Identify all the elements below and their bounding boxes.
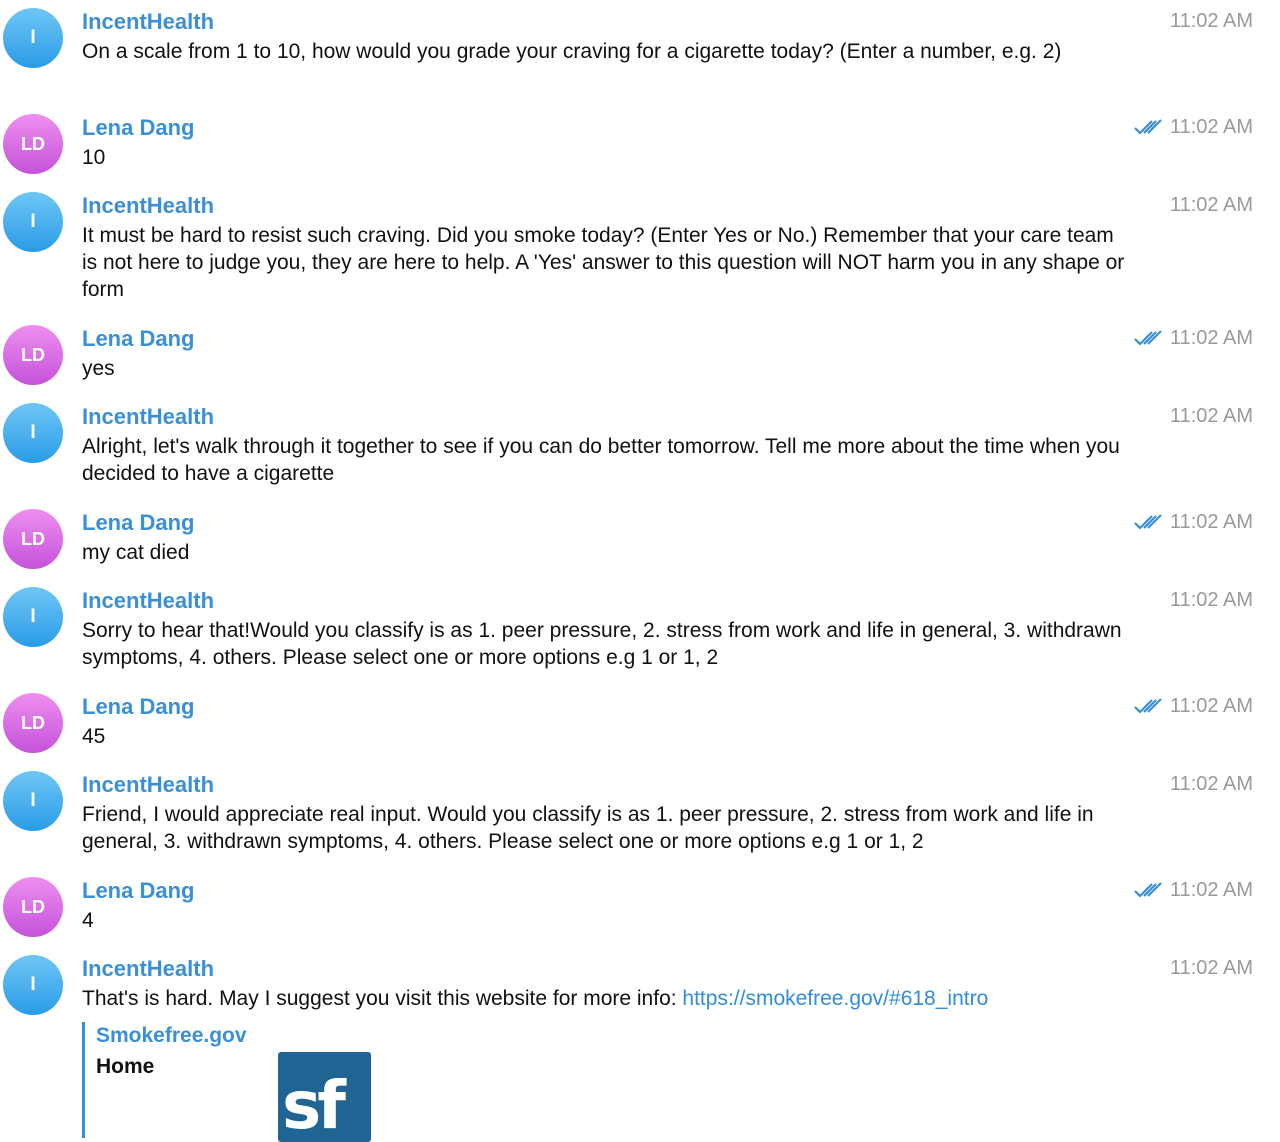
message-link[interactable]: https://smokefree.gov/#618_intro bbox=[682, 987, 988, 1010]
message-text: It must be hard to resist such craving. … bbox=[82, 224, 1125, 301]
message-time: 11:02 AM bbox=[1169, 589, 1253, 611]
chat-history: I IncentHealth 11:02 AM On a scale from … bbox=[0, 0, 1280, 1142]
smokefree-logo-text: sf bbox=[282, 1067, 346, 1142]
avatar[interactable]: I bbox=[3, 955, 63, 1015]
sender-name[interactable]: Lena Dang bbox=[82, 114, 194, 142]
message-time: 11:02 AM bbox=[1169, 327, 1253, 349]
message-time: 11:02 AM bbox=[1169, 773, 1253, 795]
avatar-initials: LD bbox=[21, 528, 45, 549]
sender-name[interactable]: IncentHealth bbox=[82, 8, 214, 36]
message-text: Sorry to hear that!Would you classify is… bbox=[82, 619, 1122, 669]
avatar[interactable]: LD bbox=[3, 325, 63, 385]
message-text: On a scale from 1 to 10, how would you g… bbox=[82, 40, 1062, 63]
sender-name[interactable]: Lena Dang bbox=[82, 325, 194, 353]
avatar-initials: LD bbox=[21, 712, 45, 733]
message-time: 11:02 AM bbox=[1169, 695, 1253, 717]
avatar-initials: I bbox=[30, 27, 36, 48]
message-text: Alright, let's walk through it together … bbox=[82, 435, 1120, 485]
message-time: 11:02 AM bbox=[1169, 511, 1253, 533]
avatar[interactable]: I bbox=[3, 587, 63, 647]
avatar-initials: LD bbox=[21, 133, 45, 154]
message-time: 11:02 AM bbox=[1169, 116, 1253, 138]
sender-name[interactable]: Lena Dang bbox=[82, 509, 194, 537]
message-time-row: 11:02 AM bbox=[1134, 325, 1253, 351]
avatar-initials: I bbox=[30, 790, 36, 811]
sender-name[interactable]: Lena Dang bbox=[82, 877, 194, 905]
avatar[interactable]: I bbox=[3, 8, 63, 68]
avatar[interactable]: I bbox=[3, 771, 63, 831]
message-text: 10 bbox=[82, 146, 106, 169]
message-time: 11:02 AM bbox=[1169, 10, 1253, 32]
sender-name[interactable]: IncentHealth bbox=[82, 192, 214, 220]
avatar-initials: I bbox=[30, 974, 36, 995]
message-time: 11:02 AM bbox=[1169, 957, 1253, 979]
avatar[interactable]: I bbox=[3, 403, 63, 463]
sender-name[interactable]: IncentHealth bbox=[82, 403, 214, 431]
message-time: 11:02 AM bbox=[1169, 194, 1253, 216]
message-text: 4 bbox=[82, 909, 94, 932]
double-check-icon bbox=[1134, 882, 1162, 898]
avatar-initials: I bbox=[30, 211, 36, 232]
avatar-initials: LD bbox=[21, 344, 45, 365]
double-check-icon bbox=[1134, 330, 1162, 346]
link-preview-thumbnail[interactable]: sf bbox=[278, 1052, 371, 1142]
sender-name[interactable]: Lena Dang bbox=[82, 693, 194, 721]
double-check-icon bbox=[1134, 698, 1162, 714]
message-text: Friend, I would appreciate real input. W… bbox=[82, 803, 1094, 853]
message-time-row: 11:02 AM bbox=[1134, 509, 1253, 535]
link-preview-title: Home bbox=[96, 1055, 155, 1078]
avatar-initials: I bbox=[30, 422, 36, 443]
avatar[interactable]: I bbox=[3, 192, 63, 252]
message-time-row: 11:02 AM bbox=[1134, 877, 1253, 903]
avatar-initials: I bbox=[30, 606, 36, 627]
message-text-body: That's is hard. May I suggest you visit … bbox=[82, 987, 683, 1010]
message-text: my cat died bbox=[82, 541, 190, 564]
avatar[interactable]: LD bbox=[3, 693, 63, 753]
sender-name[interactable]: IncentHealth bbox=[82, 771, 214, 799]
double-check-icon bbox=[1134, 119, 1162, 135]
message-time: 11:02 AM bbox=[1169, 879, 1253, 901]
message-text: 45 bbox=[82, 725, 106, 748]
sender-name[interactable]: IncentHealth bbox=[82, 587, 214, 615]
message-time-row: 11:02 AM bbox=[1134, 114, 1253, 140]
avatar[interactable]: LD bbox=[3, 877, 63, 937]
message-time: 11:02 AM bbox=[1169, 405, 1253, 427]
link-preview[interactable]: Smokefree.gov Home sf bbox=[82, 1022, 485, 1142]
double-check-icon bbox=[1134, 514, 1162, 530]
avatar[interactable]: LD bbox=[3, 509, 63, 569]
link-preview-site[interactable]: Smokefree.gov bbox=[96, 1024, 247, 1048]
message-text: yes bbox=[82, 357, 115, 380]
avatar[interactable]: LD bbox=[3, 114, 63, 174]
message-text: That's is hard. May I suggest you visit … bbox=[82, 985, 1127, 1012]
sender-name[interactable]: IncentHealth bbox=[82, 955, 214, 983]
avatar-initials: LD bbox=[21, 896, 45, 917]
message-time-row: 11:02 AM bbox=[1134, 693, 1253, 719]
